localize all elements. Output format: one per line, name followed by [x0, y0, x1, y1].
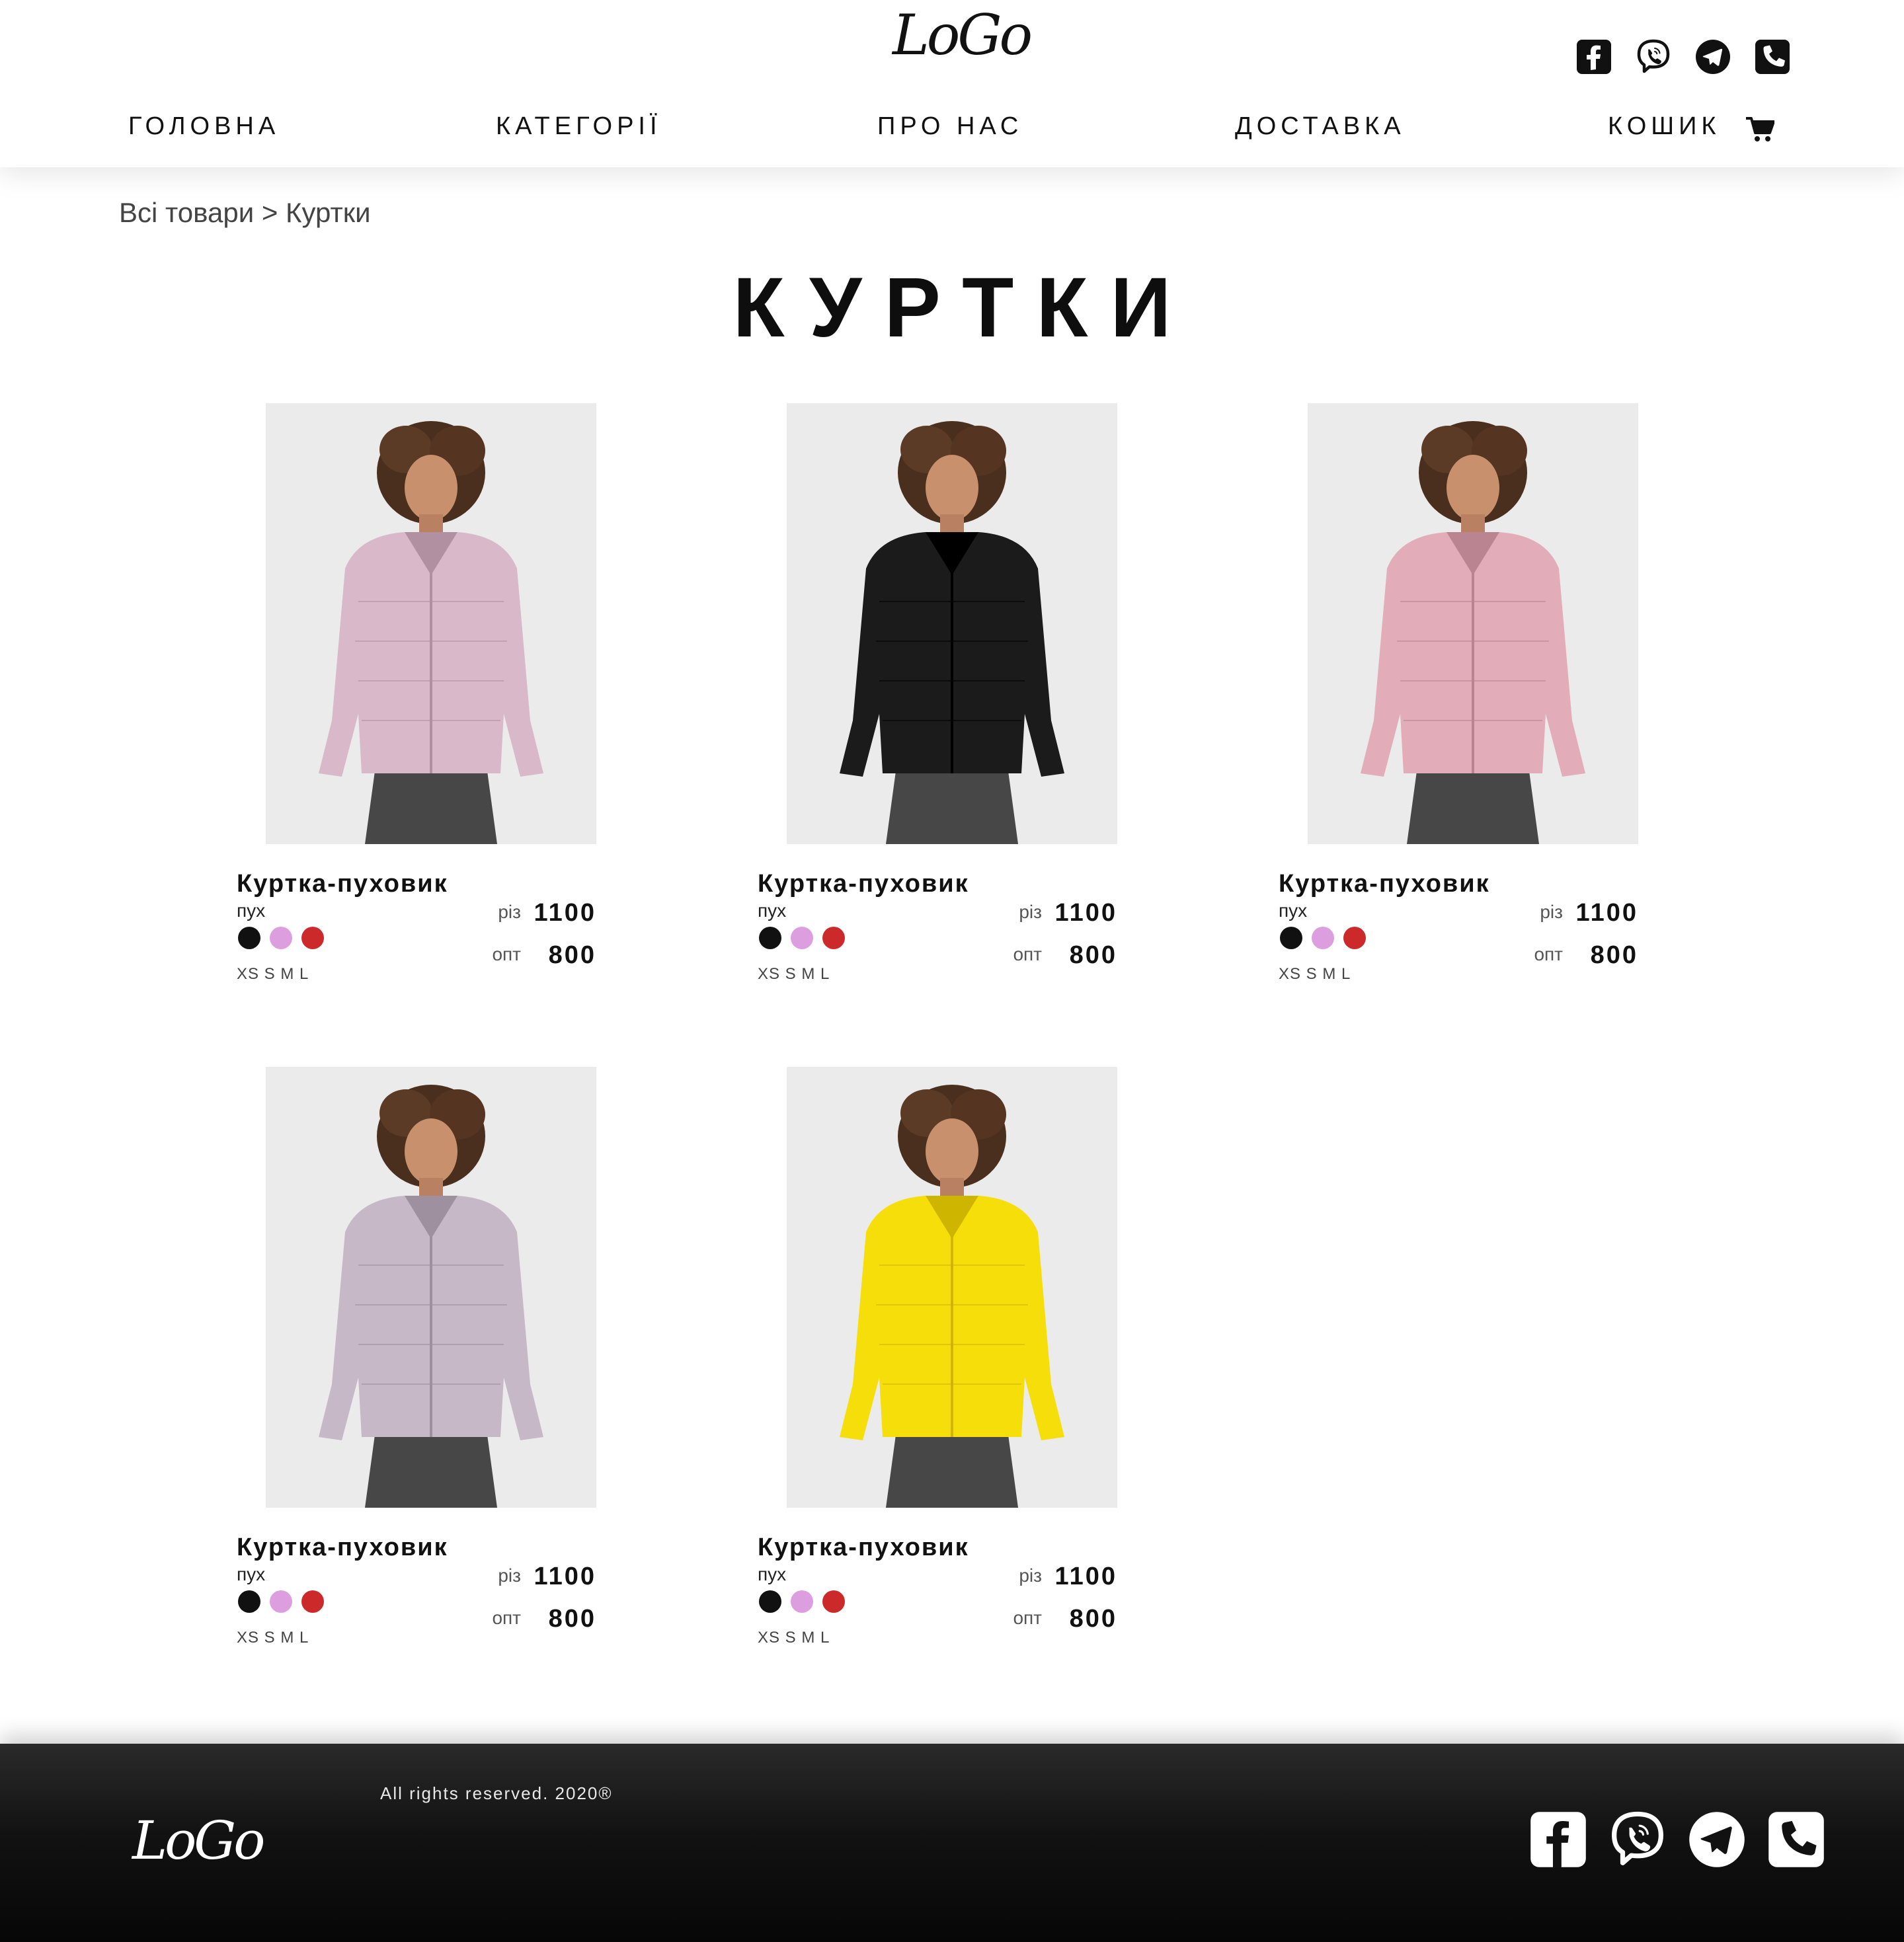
phone-icon[interactable] [1754, 38, 1791, 75]
retail-label: різ [1540, 902, 1563, 922]
color-swatch-red[interactable] [822, 927, 845, 949]
color-swatches [238, 1590, 324, 1613]
product-card[interactable]: Куртка-пуховик пух XS S M L різ 1100 опт… [758, 403, 1120, 998]
nav-about[interactable]: ПРО НАС [877, 112, 1023, 141]
model-illustration [1308, 403, 1638, 844]
product-name[interactable]: Куртка-пуховик [237, 870, 448, 898]
retail-label: різ [1019, 902, 1042, 922]
product-card[interactable]: Куртка-пуховик пух XS S M L різ 1100 опт… [758, 1067, 1120, 1662]
phone-icon[interactable] [1766, 1810, 1826, 1869]
product-card[interactable]: Куртка-пуховик пух XS S M L різ 1100 опт… [237, 403, 599, 998]
logo[interactable]: LoGo [892, 3, 1033, 67]
product-material: пух [237, 1564, 266, 1584]
wholesale-label: опт [1013, 944, 1042, 964]
site-header: LoGo ГОЛОВНА КАТЕГОРІЇ ПРО НАС ДОСТАВКА … [0, 0, 1904, 167]
wholesale-price: 800 [548, 941, 596, 969]
product-photo[interactable] [787, 1067, 1117, 1508]
product-sizes: XS S M L [758, 1629, 830, 1647]
viber-icon[interactable] [1635, 38, 1672, 75]
viber-icon[interactable] [1608, 1810, 1667, 1869]
breadcrumb-current: Куртки [286, 197, 371, 228]
nav-home[interactable]: ГОЛОВНА [128, 112, 280, 141]
product-sizes: XS S M L [758, 965, 830, 983]
facebook-icon[interactable] [1575, 38, 1612, 75]
nav-cart[interactable]: КОШИК [1608, 112, 1721, 141]
retail-label: різ [498, 902, 521, 922]
wholesale-label: опт [1013, 1608, 1042, 1628]
cart-icon[interactable] [1745, 116, 1774, 143]
wholesale-label: опт [492, 1608, 521, 1628]
color-swatch-lilac[interactable] [791, 927, 813, 949]
facebook-icon[interactable] [1528, 1810, 1588, 1869]
breadcrumb-root[interactable]: Всі товари [119, 197, 254, 228]
site-footer: LoGo All rights reserved. 2020® [0, 1744, 1904, 1942]
telegram-icon[interactable] [1687, 1810, 1747, 1869]
model-illustration [787, 1067, 1117, 1508]
product-sizes: XS S M L [237, 1629, 309, 1647]
product-photo[interactable] [266, 403, 596, 844]
color-swatch-lilac[interactable] [270, 927, 292, 949]
wholesale-price: 800 [548, 1605, 596, 1633]
footer-social-links [1528, 1810, 1826, 1869]
product-material: пух [758, 900, 787, 921]
copyright: All rights reserved. 2020® [380, 1783, 613, 1803]
retail-price: 1100 [1054, 899, 1117, 927]
breadcrumb: Всі товари > Куртки [119, 197, 371, 229]
retail-label: різ [1019, 1565, 1042, 1586]
model-illustration [266, 403, 596, 844]
model-illustration [787, 403, 1117, 844]
color-swatch-black[interactable] [238, 927, 260, 949]
color-swatch-red[interactable] [1343, 927, 1366, 949]
product-sizes: XS S M L [1279, 965, 1351, 983]
color-swatches [1280, 927, 1366, 949]
nav-categories[interactable]: КАТЕГОРІЇ [496, 112, 662, 141]
product-card[interactable]: Куртка-пуховик пух XS S M L різ 1100 опт… [1279, 403, 1641, 998]
color-swatch-black[interactable] [238, 1590, 260, 1613]
footer-logo[interactable]: LoGo [132, 1810, 265, 1871]
wholesale-price: 800 [1069, 941, 1117, 969]
product-photo[interactable] [266, 1067, 596, 1508]
nav-delivery[interactable]: ДОСТАВКА [1235, 112, 1406, 141]
product-name[interactable]: Куртка-пуховик [758, 870, 969, 898]
retail-price: 1100 [1054, 1563, 1117, 1590]
wholesale-price: 800 [1590, 941, 1638, 969]
wholesale-label: опт [1534, 944, 1563, 964]
product-card[interactable]: Куртка-пуховик пух XS S M L різ 1100 опт… [237, 1067, 599, 1662]
color-swatch-lilac[interactable] [1312, 927, 1334, 949]
product-material: пух [1279, 900, 1308, 921]
product-sizes: XS S M L [237, 965, 309, 983]
color-swatch-black[interactable] [759, 927, 781, 949]
product-material: пух [758, 1564, 787, 1584]
product-name[interactable]: Куртка-пуховик [758, 1534, 969, 1562]
retail-label: різ [498, 1565, 521, 1586]
wholesale-price: 800 [1069, 1605, 1117, 1633]
product-name[interactable]: Куртка-пуховик [237, 1534, 448, 1562]
color-swatch-lilac[interactable] [791, 1590, 813, 1613]
wholesale-label: опт [492, 944, 521, 964]
color-swatch-black[interactable] [759, 1590, 781, 1613]
product-material: пух [237, 900, 266, 921]
color-swatch-lilac[interactable] [270, 1590, 292, 1613]
retail-price: 1100 [534, 899, 596, 927]
telegram-icon[interactable] [1694, 38, 1731, 75]
product-name[interactable]: Куртка-пуховик [1279, 870, 1490, 898]
model-illustration [266, 1067, 596, 1508]
color-swatch-black[interactable] [1280, 927, 1302, 949]
page-title: КУРТКИ [733, 260, 1194, 355]
color-swatches [759, 927, 845, 949]
product-photo[interactable] [787, 403, 1117, 844]
color-swatches [759, 1590, 845, 1613]
color-swatch-red[interactable] [822, 1590, 845, 1613]
color-swatches [238, 927, 324, 949]
header-social-links [1575, 38, 1791, 75]
main-nav: ГОЛОВНА КАТЕГОРІЇ ПРО НАС ДОСТАВКА КОШИК [0, 112, 1904, 152]
color-swatch-red[interactable] [301, 927, 324, 949]
retail-price: 1100 [534, 1563, 596, 1590]
product-photo[interactable] [1308, 403, 1638, 844]
color-swatch-red[interactable] [301, 1590, 324, 1613]
breadcrumb-separator: > [261, 197, 278, 228]
retail-price: 1100 [1575, 899, 1638, 927]
